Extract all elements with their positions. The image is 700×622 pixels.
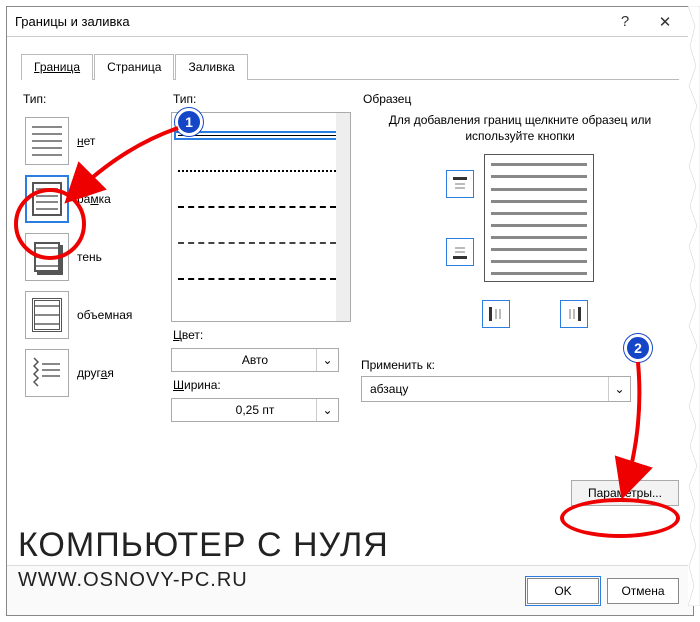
setting-3d-label: объемная — [77, 308, 132, 322]
color-value: Авто — [242, 353, 268, 367]
close-button[interactable]: ✕ — [645, 13, 685, 31]
dialog-footer: OK Отмена — [7, 565, 693, 615]
chevron-down-icon: ⌄ — [316, 399, 338, 421]
setting-none[interactable]: нет — [21, 112, 161, 170]
preview-label: Образец — [363, 92, 679, 106]
preview-box[interactable] — [484, 154, 594, 282]
style-solid[interactable] — [178, 117, 336, 153]
border-right-button[interactable] — [560, 300, 588, 328]
setting-column: Тип: нет рамка тень — [21, 86, 161, 538]
width-combo[interactable]: 0,25 пт ⌄ — [171, 398, 339, 422]
style-scrollbar[interactable] — [336, 113, 350, 321]
style-dashdot[interactable] — [178, 261, 336, 297]
chevron-down-icon: ⌄ — [608, 377, 630, 401]
setting-none-label: нет — [77, 134, 95, 148]
help-button[interactable]: ? — [605, 13, 645, 30]
setting-3d[interactable]: объемная — [21, 286, 161, 344]
width-value: 0,25 пт — [236, 403, 275, 417]
tab-border[interactable]: Граница — [21, 54, 93, 80]
style-column: Тип: Цвет: Авто ⌄ Ширина: 0,25 пт ⌄ — [171, 86, 351, 538]
setting-label: Тип: — [23, 92, 161, 106]
cancel-button[interactable]: Отмена — [607, 578, 679, 604]
tab-fill[interactable]: Заливка — [175, 54, 247, 80]
setting-3d-icon — [25, 291, 69, 339]
ok-button[interactable]: OK — [527, 578, 599, 604]
setting-none-icon — [25, 117, 69, 165]
setting-custom-icon — [25, 349, 69, 397]
chevron-down-icon: ⌄ — [316, 349, 338, 371]
style-dashed-s[interactable] — [178, 189, 336, 225]
borders-dialog: Границы и заливка ? ✕ Граница Страница З… — [6, 6, 694, 616]
apply-label: Применить к: — [361, 358, 679, 372]
preview-hint: Для добавления границ щелкните образец и… — [385, 112, 655, 144]
options-button[interactable]: Параметры... — [571, 480, 679, 506]
dialog-title: Границы и заливка — [15, 14, 605, 29]
border-bottom-button[interactable] — [446, 238, 474, 266]
color-combo[interactable]: Авто ⌄ — [171, 348, 339, 372]
titlebar: Границы и заливка ? ✕ — [7, 7, 693, 37]
tab-page[interactable]: Страница — [94, 54, 174, 80]
border-left-button[interactable] — [482, 300, 510, 328]
setting-box[interactable]: рамка — [21, 170, 161, 228]
apply-value: абзацу — [370, 382, 408, 396]
style-dashed-m[interactable] — [178, 225, 336, 261]
style-label: Тип: — [173, 92, 351, 106]
tab-strip: Граница Страница Заливка — [7, 53, 693, 79]
setting-shadow[interactable]: тень — [21, 228, 161, 286]
color-label: Цвет: — [173, 328, 351, 342]
torn-edge — [688, 6, 700, 606]
preview-column: Образец Для добавления границ щелкните о… — [361, 86, 679, 538]
setting-shadow-label: тень — [77, 250, 102, 264]
setting-custom[interactable]: другая — [21, 344, 161, 402]
options-label: Параметры... — [588, 486, 662, 500]
width-label: Ширина: — [173, 378, 351, 392]
apply-combo[interactable]: абзацу ⌄ — [361, 376, 631, 402]
setting-custom-label: другая — [77, 366, 114, 380]
style-dotted[interactable] — [178, 153, 336, 189]
setting-shadow-icon — [25, 233, 69, 281]
setting-box-icon — [25, 175, 69, 223]
style-list[interactable] — [171, 112, 351, 322]
border-top-button[interactable] — [446, 170, 474, 198]
setting-box-label: рамка — [77, 192, 111, 206]
